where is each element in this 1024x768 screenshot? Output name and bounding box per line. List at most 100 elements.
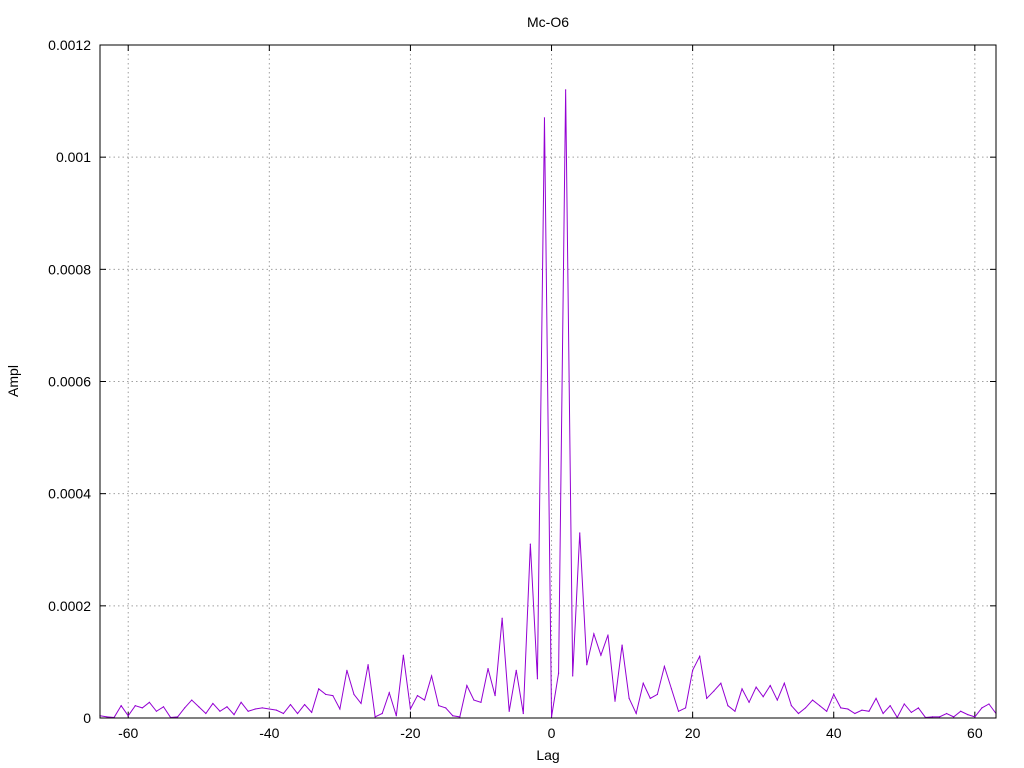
data-point	[635, 712, 637, 715]
data-point	[473, 699, 475, 701]
data-point	[508, 710, 510, 712]
data-point	[374, 716, 376, 718]
data-point	[198, 706, 200, 708]
data-point	[988, 703, 990, 705]
data-point	[931, 716, 934, 718]
data-point	[614, 700, 616, 702]
x-tick-label: 20	[685, 725, 701, 741]
data-point	[353, 693, 355, 696]
data-point	[706, 697, 708, 699]
y-tick-label: 0	[83, 710, 91, 726]
data-point	[572, 675, 574, 677]
data-point	[649, 697, 651, 699]
data-point	[847, 708, 849, 710]
data-point	[593, 633, 595, 635]
data-point	[416, 694, 419, 697]
data-point	[226, 706, 228, 708]
data-point	[212, 702, 214, 705]
data-point	[459, 716, 461, 718]
data-point	[734, 710, 736, 712]
data-point	[946, 712, 948, 715]
data-point	[579, 532, 581, 534]
data-point	[402, 654, 404, 656]
data-point	[557, 672, 560, 674]
x-tick-label: -60	[118, 725, 138, 741]
y-tick-label: 0.0006	[48, 374, 91, 390]
x-tick-label: 0	[548, 725, 556, 741]
data-point	[438, 705, 440, 707]
y-tick-label: 0.0008	[48, 261, 91, 277]
data-point	[642, 682, 644, 684]
data-point	[289, 703, 292, 706]
data-point	[430, 675, 433, 677]
data-point	[854, 712, 856, 715]
x-tick-label: 60	[967, 725, 983, 741]
y-tick-label: 0.0012	[48, 37, 91, 53]
data-point	[663, 665, 666, 668]
data-point	[790, 705, 793, 707]
data-point	[974, 716, 976, 718]
data-point	[621, 644, 623, 646]
data-point	[543, 117, 546, 119]
data-point	[769, 684, 771, 687]
data-point	[311, 711, 313, 713]
data-point	[960, 710, 962, 712]
data-point	[219, 710, 221, 712]
data-point	[388, 692, 390, 694]
data-point	[395, 715, 397, 717]
data-point	[494, 694, 496, 697]
data-point	[755, 686, 757, 688]
data-point	[134, 705, 136, 707]
y-tick-label: 0.0004	[48, 486, 91, 502]
data-point	[804, 707, 807, 709]
data-point	[550, 716, 553, 718]
data-point	[522, 712, 524, 715]
data-point	[776, 699, 778, 701]
data-point	[177, 716, 179, 718]
data-point	[677, 710, 680, 712]
data-point	[120, 705, 122, 707]
data-point	[205, 712, 207, 715]
data-point	[360, 702, 362, 705]
data-point	[529, 543, 531, 545]
data-point	[381, 712, 383, 715]
data-point	[155, 710, 158, 712]
data-point	[304, 703, 306, 706]
data-point	[318, 688, 320, 690]
data-point	[811, 699, 814, 701]
data-point	[607, 634, 609, 636]
data-point	[861, 709, 863, 711]
data-point	[741, 688, 743, 690]
data-point	[268, 708, 270, 710]
data-point	[247, 710, 249, 712]
data-point	[748, 701, 750, 703]
data-point	[868, 710, 870, 712]
x-tick-label: -40	[259, 725, 279, 741]
data-point	[938, 716, 941, 718]
data-point	[656, 693, 658, 696]
data-point	[141, 707, 143, 709]
data-point	[628, 697, 630, 699]
data-point	[917, 707, 919, 709]
data-point	[797, 712, 800, 715]
data-point	[910, 711, 912, 713]
data-point	[903, 703, 905, 705]
data-point	[684, 707, 687, 709]
data-point	[875, 697, 877, 699]
data-point	[346, 669, 348, 671]
data-point	[720, 682, 722, 684]
data-point	[586, 664, 588, 666]
data-point	[713, 690, 715, 692]
data-point	[882, 712, 884, 715]
data-point	[819, 705, 821, 707]
data-point	[282, 712, 285, 715]
data-point	[254, 708, 256, 710]
data-point	[699, 655, 701, 657]
data-point	[727, 705, 729, 707]
data-point	[565, 89, 567, 91]
data-point	[501, 617, 503, 619]
data-point	[162, 706, 165, 708]
data-point	[480, 701, 482, 703]
data-point	[600, 654, 602, 656]
line-chart: -60 -40 -20 0 20 40 60 0 0.0002 0.0004 0.0006 0.00…	[0, 0, 1024, 768]
